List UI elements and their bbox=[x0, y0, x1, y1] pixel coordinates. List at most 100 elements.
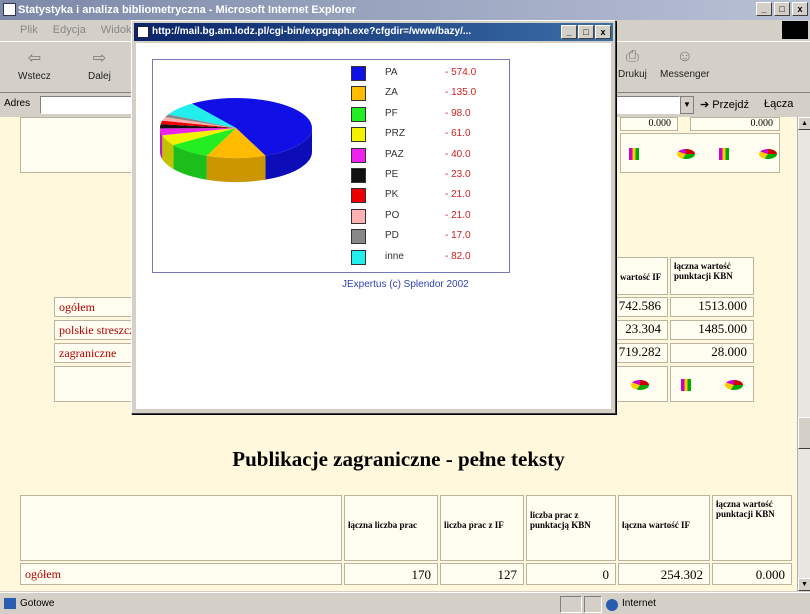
legend-swatch bbox=[351, 66, 366, 81]
legend-label: ZA bbox=[385, 87, 398, 99]
legend-label: PF bbox=[385, 107, 398, 119]
pie-chart-icon[interactable] bbox=[631, 380, 649, 390]
go-arrow-icon: ➔ bbox=[700, 99, 710, 111]
top-value-1: 0.000 bbox=[620, 117, 678, 131]
table2-row-label[interactable]: ogółem bbox=[20, 563, 342, 585]
legend-value: - 61.0 bbox=[445, 128, 471, 140]
table1-chart-link bbox=[616, 366, 668, 402]
bar-chart-icon[interactable] bbox=[681, 379, 691, 391]
status-bar: Gotowe Internet bbox=[0, 592, 810, 614]
vertical-scrollbar[interactable]: ▲ ▼ bbox=[797, 117, 810, 591]
status-segment bbox=[560, 596, 582, 613]
legend-value: - 17.0 bbox=[445, 230, 471, 242]
table2-header-if-sum: łączna wartość IF bbox=[618, 495, 710, 561]
legend-label: PE bbox=[385, 169, 399, 180]
back-label: Wstecz bbox=[18, 71, 51, 82]
legend-swatch bbox=[351, 249, 366, 265]
legend-swatch bbox=[351, 168, 366, 183]
bar-chart-icon[interactable] bbox=[719, 148, 729, 160]
forward-label: Dalej bbox=[88, 71, 111, 82]
menu-edit[interactable]: Edycja bbox=[53, 24, 86, 36]
scroll-thumb[interactable] bbox=[798, 417, 810, 449]
table2-value: 254.302 bbox=[618, 563, 710, 585]
back-button[interactable]: ⇦ Wstecz bbox=[18, 48, 51, 82]
legend-label: PRZ bbox=[385, 128, 405, 140]
main-window-title: Statystyka i analiza bibliometryczna - M… bbox=[18, 4, 357, 16]
print-label: Drukuj bbox=[618, 69, 647, 80]
legend-swatch bbox=[351, 188, 366, 204]
legend-label: inne bbox=[385, 250, 404, 262]
bar-chart-icon[interactable] bbox=[629, 148, 639, 160]
legend-label: PO bbox=[385, 209, 400, 221]
legend-label: PA bbox=[385, 67, 398, 78]
table1-chart-links bbox=[670, 366, 754, 402]
legend-label: PAZ bbox=[385, 148, 404, 160]
table1-row-label[interactable]: zagraniczne bbox=[54, 343, 134, 363]
top-value-2: 0.000 bbox=[690, 117, 780, 131]
menu-view[interactable]: Widok bbox=[101, 24, 132, 36]
maximize-button[interactable]: □ bbox=[774, 2, 790, 16]
legend-swatch bbox=[351, 106, 366, 122]
print-button[interactable]: ⎙ Drukuj bbox=[618, 48, 647, 80]
popup-minimize-button[interactable]: _ bbox=[561, 25, 577, 39]
top-chart-links bbox=[620, 133, 780, 173]
legend-value: - 574.0 bbox=[445, 67, 477, 78]
table1-empty-cell bbox=[54, 366, 134, 402]
legend-value: - 23.0 bbox=[445, 169, 471, 180]
table2-value: 170 bbox=[344, 563, 438, 585]
close-button[interactable]: x bbox=[792, 2, 808, 16]
table2-value: 0.000 bbox=[712, 563, 792, 585]
table1-row-label[interactable]: polskie streszczenia bbox=[54, 320, 134, 340]
pie-chart: PA - 574.0 ZA - 135.0 PF - 98.0 PRZ - 61.0 PAZ - … bbox=[152, 59, 510, 273]
section-title: Publikacje zagraniczne - pełne teksty bbox=[232, 447, 565, 471]
table1-if-value: 742.586 bbox=[616, 297, 668, 317]
table2-header-if-count: liczba prac z IF bbox=[440, 495, 524, 561]
legend-value: - 98.0 bbox=[445, 107, 471, 119]
pie-chart-icon[interactable] bbox=[759, 149, 777, 159]
status-segment bbox=[584, 596, 602, 613]
go-label: Przejdź bbox=[712, 99, 749, 111]
table2-value: 0 bbox=[526, 563, 616, 585]
pie-chart-icon[interactable] bbox=[725, 380, 743, 390]
table1-header-kbn: łączna wartość punktacji KBN bbox=[670, 257, 754, 295]
table2-corner-cell bbox=[20, 495, 342, 561]
legend-value: - 82.0 bbox=[445, 250, 471, 262]
legend-label: PK bbox=[385, 189, 399, 201]
messenger-button[interactable]: ☺ Messenger bbox=[660, 48, 709, 80]
page-done-icon bbox=[4, 598, 16, 609]
messenger-icon: ☺ bbox=[676, 48, 693, 65]
table2-header-kbn-sum: łączna wartość punktacji KBN bbox=[712, 495, 792, 561]
table1-if-value: 23.304 bbox=[616, 320, 668, 340]
main-title-bar[interactable]: Statystyka i analiza bibliometryczna - M… bbox=[0, 0, 810, 20]
ie-app-icon bbox=[137, 26, 149, 38]
zone-text: Internet bbox=[622, 598, 656, 609]
forward-button[interactable]: ⇨ Dalej bbox=[88, 48, 111, 82]
chart-credit: JExpertus (c) Splendor 2002 bbox=[342, 279, 469, 290]
pie-chart-icon[interactable] bbox=[677, 149, 695, 159]
ie-app-icon bbox=[3, 3, 16, 16]
scroll-down-icon[interactable]: ▼ bbox=[798, 578, 810, 591]
messenger-label: Messenger bbox=[660, 69, 710, 80]
scroll-up-icon[interactable]: ▲ bbox=[798, 117, 810, 130]
address-dropdown-icon[interactable]: ▼ bbox=[680, 96, 694, 114]
status-text: Gotowe bbox=[20, 598, 55, 609]
popup-close-button[interactable]: x bbox=[595, 25, 611, 39]
popup-title: http://mail.bg.am.lodz.pl/cgi-bin/expgra… bbox=[152, 26, 472, 37]
table2-value: 127 bbox=[440, 563, 524, 585]
legend-swatch bbox=[351, 86, 366, 102]
popup-body: PA - 574.0 ZA - 135.0 PF - 98.0 PRZ - 61.0 PAZ - … bbox=[136, 43, 611, 409]
table1-kbn-value: 1513.000 bbox=[670, 297, 754, 317]
pie-chart-graphic bbox=[160, 98, 312, 182]
legend-value: - 40.0 bbox=[445, 148, 471, 160]
popup-title-bar[interactable]: http://mail.bg.am.lodz.pl/cgi-bin/expgra… bbox=[134, 23, 613, 41]
table1-row-label[interactable]: ogółem bbox=[54, 297, 134, 317]
legend-swatch bbox=[351, 147, 366, 163]
menu-file[interactable]: Plik bbox=[20, 24, 38, 36]
table1-kbn-value: 1485.000 bbox=[670, 320, 754, 340]
popup-maximize-button[interactable]: □ bbox=[578, 25, 594, 39]
forward-arrow-icon: ⇨ bbox=[92, 50, 107, 67]
links-button[interactable]: Łącza bbox=[764, 98, 793, 110]
legend-value: - 135.0 bbox=[445, 87, 477, 99]
minimize-button[interactable]: _ bbox=[756, 2, 772, 16]
go-button[interactable]: ➔ Przejdź bbox=[700, 98, 749, 111]
